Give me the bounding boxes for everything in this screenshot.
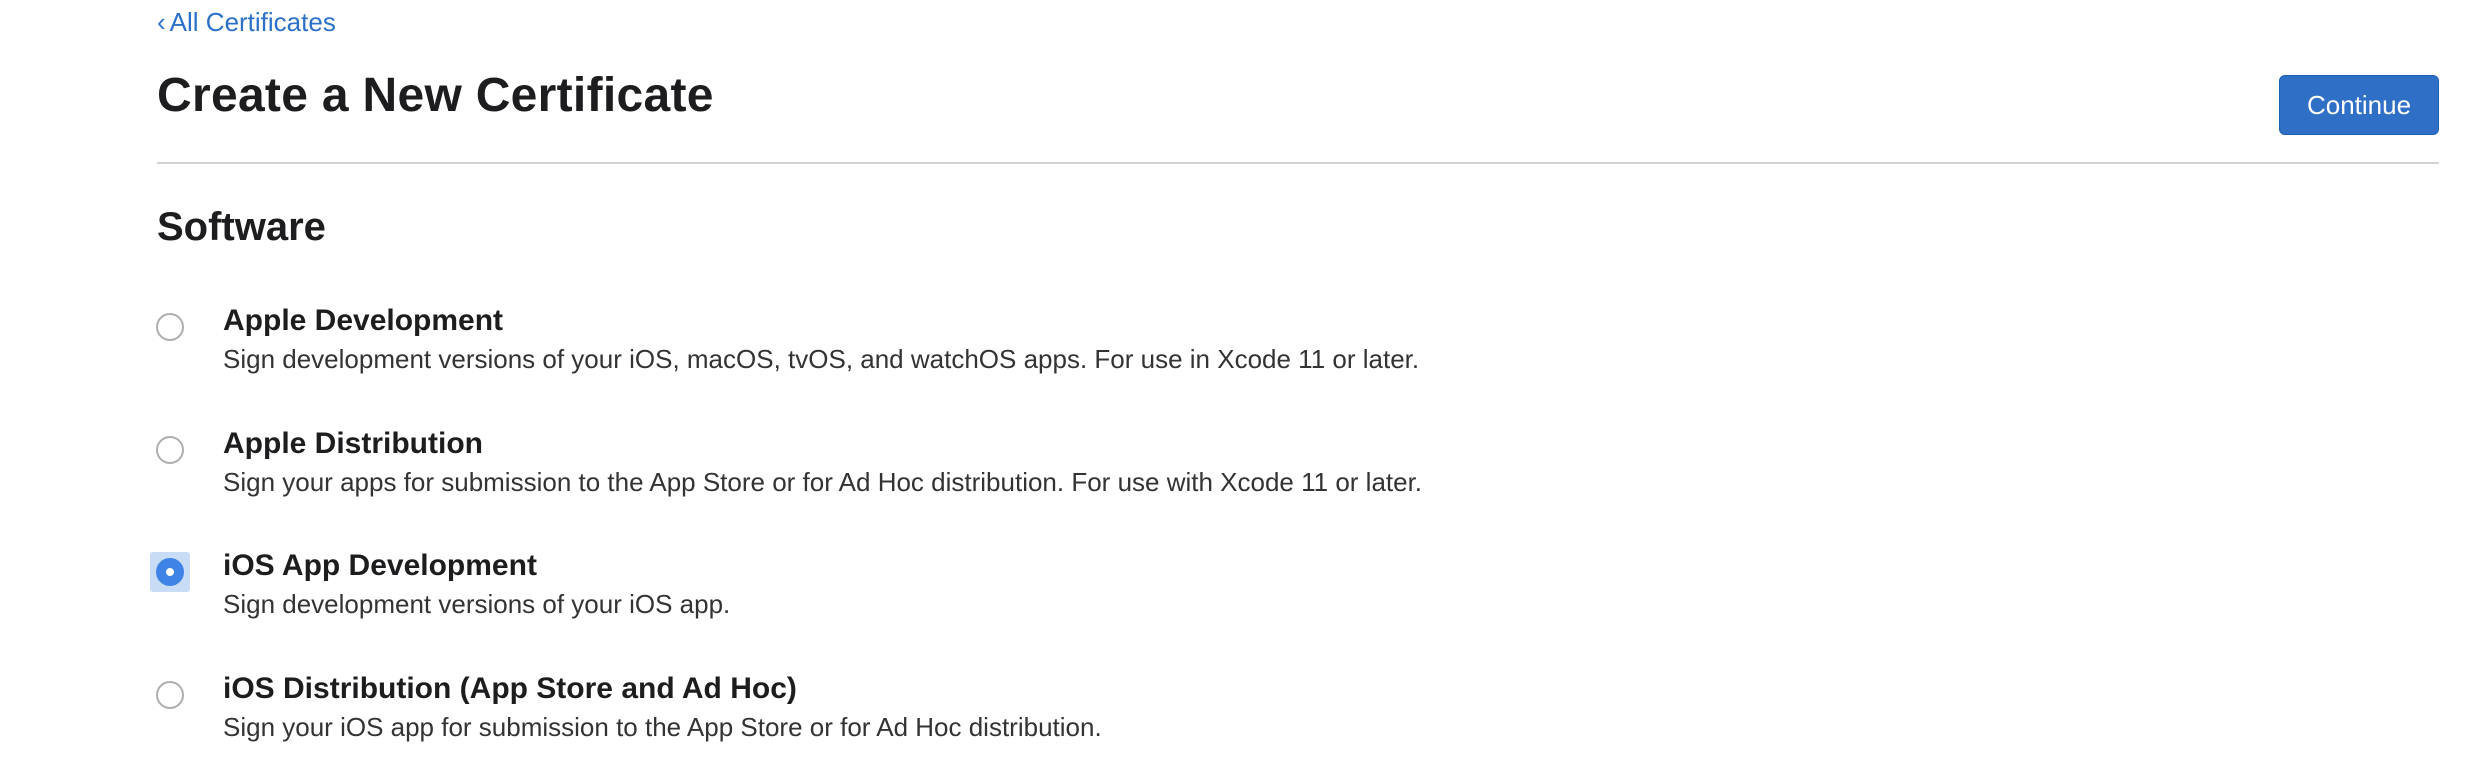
page-title: Create a New Certificate: [157, 69, 714, 122]
radio-circle-icon: [156, 313, 184, 341]
chevron-left-icon: ‹: [157, 7, 166, 37]
option-description: Sign development versions of your iOS, m…: [223, 344, 1420, 374]
option-title: Apple Distribution: [223, 427, 483, 460]
radio-circle-icon: [156, 681, 184, 709]
radio-apple-distribution[interactable]: [150, 430, 190, 470]
back-link-label: All Certificates: [169, 7, 336, 37]
option-ios-app-development[interactable]: iOS App Development Sign development ver…: [150, 547, 2350, 637]
radio-apple-development[interactable]: [150, 307, 190, 347]
section-title-software: Software: [157, 205, 326, 249]
create-certificate-page: ‹ All Certificates Create a New Certifica…: [0, 0, 2470, 782]
option-ios-distribution[interactable]: iOS Distribution (App Store and Ad Hoc) …: [150, 670, 2350, 760]
option-description: Sign your apps for submission to the App…: [223, 467, 1423, 497]
header-divider: [157, 162, 2439, 164]
radio-checked-icon: [156, 558, 184, 586]
option-title: iOS App Development: [223, 549, 537, 582]
radio-circle-icon: [156, 436, 184, 464]
option-apple-development[interactable]: Apple Development Sign development versi…: [150, 302, 2350, 392]
option-title: Apple Development: [223, 304, 504, 337]
option-description: Sign your iOS app for submission to the …: [223, 712, 1102, 742]
continue-button[interactable]: Continue: [2279, 75, 2439, 135]
option-apple-distribution[interactable]: Apple Distribution Sign your apps for su…: [150, 425, 2350, 515]
option-description: Sign development versions of your iOS ap…: [223, 589, 731, 619]
radio-ios-distribution[interactable]: [150, 675, 190, 715]
all-certificates-link[interactable]: ‹ All Certificates: [157, 6, 336, 38]
radio-ios-app-development[interactable]: [150, 552, 190, 592]
option-title: iOS Distribution (App Store and Ad Hoc): [223, 672, 797, 705]
